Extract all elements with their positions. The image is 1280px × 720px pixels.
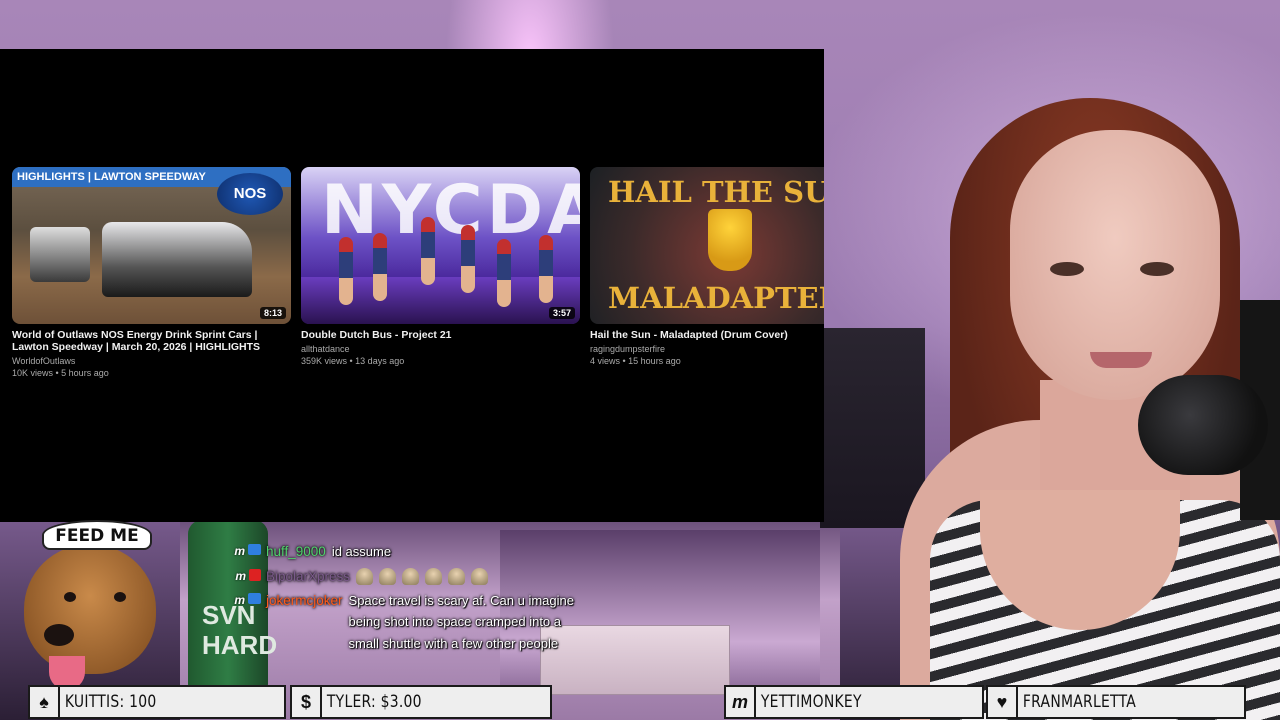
chat-badges: m [196, 566, 266, 583]
dog-nose [44, 624, 74, 646]
membership-m-icon: m [726, 687, 756, 717]
chat-message: m BipolarXpress [196, 566, 616, 587]
nos-logo: NOS [217, 173, 283, 215]
crown-badge-icon [248, 592, 261, 604]
membership-m-icon: m [234, 544, 245, 558]
face [1010, 130, 1220, 400]
sprint-car-back [30, 227, 90, 282]
bar-label: TYLER: $3.00 [326, 692, 422, 712]
bar-label: YETTIMONKEY [760, 692, 862, 712]
video-title[interactable]: Hail the Sun - Maladapted (Drum Cover) [590, 329, 824, 341]
video-thumbnail[interactable]: NYCDA 3:57 [301, 167, 580, 324]
left-eye [1050, 262, 1084, 276]
emote-icon [448, 567, 466, 585]
dancer [539, 235, 553, 303]
dog-eye [64, 592, 76, 602]
bar-slot-2: $ TYLER: $3.00 [290, 685, 552, 719]
spade-icon: ♠ [30, 687, 60, 717]
dancer [497, 239, 511, 307]
membership-m-icon: m [235, 568, 246, 583]
dancer [421, 217, 435, 285]
idol-figure [708, 209, 752, 271]
membership-m-icon: m [234, 592, 245, 607]
bar-label: FRANMARLETTA [1022, 692, 1137, 712]
video-title[interactable]: World of Outlaws NOS Energy Drink Sprint… [12, 329, 291, 353]
dancer [373, 233, 387, 301]
mouth [1090, 352, 1152, 368]
dog-sticker: FEED ME [18, 518, 158, 690]
dog-head [24, 544, 156, 690]
dollar-icon: $ [292, 687, 322, 717]
bar-label: KUITTIS: 100 [64, 692, 157, 712]
video-channel[interactable]: allthatdance [301, 344, 580, 355]
feed-me-hat: FEED ME [42, 520, 152, 550]
chat-username[interactable]: huff_9000 [266, 541, 326, 562]
bar-slot-4: ♥ FRANMARLETTA [986, 685, 1246, 719]
video-channel[interactable]: WorldofOutlaws [12, 356, 291, 367]
chat-username[interactable]: BipolarXpress [266, 566, 350, 587]
bar-slot-3: m YETTIMONKEY [724, 685, 984, 719]
chat-text: Space travel is scary af. Can u imagine … [348, 592, 574, 651]
chat-message: m jokermcjoker Space travel is scary af.… [196, 590, 616, 655]
thumbnail-title-top: HAIL THE SUN [608, 175, 824, 209]
emote-icon [356, 567, 374, 585]
chat-badges: m [196, 590, 266, 607]
video-meta: 359K views • 13 days ago [301, 356, 405, 366]
video-card-2[interactable]: NYCDA 3:57 Double Dutch Bus - Project 21… [301, 167, 580, 379]
chat-username[interactable]: jokermcjoker [266, 590, 343, 611]
crown-badge-icon [248, 544, 261, 555]
video-meta: 10K views • 5 hours ago [12, 368, 109, 378]
recommended-videos: HIGHLIGHTS | LAWTON SPEEDWAY NOS 8:13 Wo… [12, 167, 824, 379]
video-thumbnail[interactable]: HIGHLIGHTS | LAWTON SPEEDWAY NOS 8:13 [12, 167, 291, 324]
red-badge-icon [249, 568, 261, 581]
sprint-car [102, 222, 252, 297]
video-meta: 4 views • 15 hours ago [590, 356, 681, 366]
chat-badges: m [196, 541, 266, 558]
emote-row [356, 566, 489, 585]
video-panel: HIGHLIGHTS | LAWTON SPEEDWAY NOS 8:13 Wo… [0, 49, 824, 522]
emote-icon [402, 567, 420, 585]
emote-icon [471, 567, 489, 585]
microphone-icon [1138, 375, 1268, 475]
video-duration: 3:57 [548, 307, 575, 319]
chat-text: id assume [331, 544, 392, 559]
dog-eye [114, 592, 126, 602]
video-title[interactable]: Double Dutch Bus - Project 21 [301, 329, 580, 341]
video-channel[interactable]: ragingdumpsterfire [590, 344, 824, 355]
right-eye [1140, 262, 1174, 276]
emote-icon [379, 567, 397, 585]
video-duration: 8:13 [259, 307, 286, 319]
chat-overlay: m huff_9000 id assume m BipolarXpress m … [196, 541, 616, 657]
video-thumbnail[interactable]: HAIL THE SUN MALADAPTED [590, 167, 824, 324]
video-card-3[interactable]: HAIL THE SUN MALADAPTED Hail the Sun - M… [590, 167, 824, 379]
emote-icon [425, 567, 443, 585]
thumbnail-title-bottom: MALADAPTED [608, 281, 824, 315]
dancer [339, 237, 353, 305]
video-card-1[interactable]: HIGHLIGHTS | LAWTON SPEEDWAY NOS 8:13 Wo… [12, 167, 291, 379]
thumbnail-text: NYCDA [321, 171, 580, 250]
chat-message: m huff_9000 id assume [196, 541, 616, 563]
heart-icon: ♥ [988, 687, 1018, 717]
bar-slot-1: ♠ KUITTIS: 100 [28, 685, 286, 719]
dancer [461, 225, 475, 293]
